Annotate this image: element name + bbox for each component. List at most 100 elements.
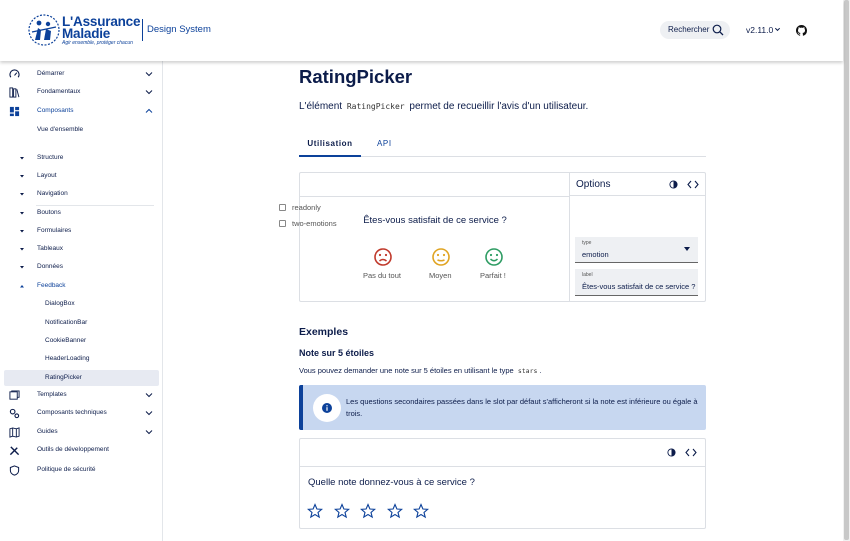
search-label: Rechercher xyxy=(668,25,710,34)
sidebar-item-structure[interactable]: Structure xyxy=(0,150,163,166)
dropdown-arrow-icon xyxy=(684,247,690,251)
sidebar-item-outils[interactable]: Outils de développement xyxy=(0,442,163,458)
neutral-face-icon[interactable] xyxy=(431,247,451,267)
type-select[interactable]: type emotion xyxy=(575,237,698,263)
chevron-down-icon xyxy=(145,90,153,95)
logo-title: L'Assurance Maladie xyxy=(62,15,140,41)
sad-face-icon[interactable] xyxy=(373,247,393,267)
caret-down-icon xyxy=(20,175,24,178)
sidebar-item-label: Données xyxy=(37,263,64,270)
sidebar-item-demarrer[interactable]: Démarrer xyxy=(0,66,163,82)
label-input[interactable]: label Êtes-vous satisfait de ce service … xyxy=(575,269,698,296)
sidebar-item-fondamentaux[interactable]: Fondamentaux xyxy=(0,84,163,100)
sidebar-item-composants-techniques[interactable]: Composants techniques xyxy=(0,405,163,421)
star-icon-1[interactable] xyxy=(307,503,323,519)
theme-toggle-icon[interactable] xyxy=(669,180,678,189)
brand-name[interactable]: Design System xyxy=(147,24,211,35)
sidebar-item-boutons[interactable]: Boutons xyxy=(0,205,163,221)
sidebar-item-label: Templates xyxy=(37,391,67,398)
sidebar-item-notificationbar[interactable]: NotificationBar xyxy=(0,315,163,331)
emotion-label-medium: Moyen xyxy=(429,271,452,280)
two-emotions-label: two-emotions xyxy=(292,219,337,228)
cogs-icon xyxy=(9,408,20,419)
type-field-value: emotion xyxy=(582,250,609,259)
page-scrollbar-thumb[interactable] xyxy=(844,0,849,540)
sidebar-item-label: Layout xyxy=(37,172,57,179)
sidebar-item-dialogbox[interactable]: DialogBox xyxy=(0,296,163,312)
example1-heading: Note sur 5 étoiles xyxy=(299,348,375,358)
search-icon xyxy=(712,24,724,36)
readonly-checkbox[interactable] xyxy=(279,204,286,211)
caret-up-icon xyxy=(20,285,24,288)
info-icon xyxy=(322,403,332,413)
sidebar-item-label: Feedback xyxy=(37,282,66,289)
example1-description: Vous pouvez demander une note sur 5 étoi… xyxy=(299,366,542,375)
sidebar-item-label: DialogBox xyxy=(45,300,75,307)
sidebar-item-label: CookieBanner xyxy=(45,337,87,344)
sidebar-item-guides[interactable]: Guides xyxy=(0,424,163,440)
sidebar-item-formulaires[interactable]: Formulaires xyxy=(0,223,163,239)
preview-toolbar-divider xyxy=(300,196,570,197)
components-icon xyxy=(9,106,20,117)
intro-text-before: L'élément xyxy=(299,101,343,112)
sidebar-item-politique-securite[interactable]: Politique de sécurité xyxy=(0,462,163,478)
intro-text-after: permet de recueillir l'avis d'un utilisa… xyxy=(409,101,589,112)
caret-down-icon xyxy=(20,248,24,251)
playground-preview: Êtes-vous satisfait de ce service ? Pas … xyxy=(300,173,570,301)
example1-text-after: . xyxy=(539,366,542,375)
caret-down-icon xyxy=(20,193,24,196)
github-icon[interactable] xyxy=(796,25,807,36)
theme-toggle-icon[interactable] xyxy=(667,448,676,457)
sidebar-item-label: Guides xyxy=(37,428,58,435)
library-icon xyxy=(9,87,20,98)
example1-text-before: Vous pouvez demander une note sur 5 étoi… xyxy=(299,366,514,375)
sidebar-item-ratingpicker[interactable]: RatingPicker xyxy=(4,370,159,386)
sidebar-item-donnees[interactable]: Données xyxy=(0,259,163,275)
search-button[interactable]: Rechercher xyxy=(660,21,730,39)
caret-down-icon xyxy=(20,266,24,269)
gauge-icon xyxy=(9,69,20,78)
sidebar-item-navigation[interactable]: Navigation xyxy=(0,186,163,202)
sidebar-item-cookiebanner[interactable]: CookieBanner xyxy=(0,333,163,349)
logo-separator xyxy=(142,19,143,41)
stars-demo-divider xyxy=(300,466,705,467)
sidebar-item-templates[interactable]: Templates xyxy=(0,387,163,403)
page-title: RatingPicker xyxy=(299,66,413,87)
sidebar-item-tableaux[interactable]: Tableaux xyxy=(0,241,163,257)
chevron-up-icon xyxy=(145,108,153,113)
sidebar-item-label: Composants xyxy=(37,107,74,114)
sidebar-item-label: Formulaires xyxy=(37,227,72,234)
sidebar-item-label: Démarrer xyxy=(37,70,65,77)
sidebar-item-label: Vue d'ensemble xyxy=(37,126,84,133)
tab-api[interactable]: API xyxy=(377,139,392,148)
sidebar-item-composants[interactable]: Composants xyxy=(0,103,163,119)
chevron-down-icon xyxy=(145,393,153,398)
options-title: Options xyxy=(576,179,611,190)
star-icon-4[interactable] xyxy=(387,503,403,519)
sidebar-item-label: Composants techniques xyxy=(37,409,107,416)
tab-utilisation[interactable]: Utilisation xyxy=(299,139,361,157)
example1-code: stars xyxy=(517,367,538,375)
options-header: Options xyxy=(570,173,705,196)
two-emotions-checkbox[interactable] xyxy=(279,220,286,227)
sidebar: Démarrer Fondamentaux Composants Vue d'e… xyxy=(0,61,163,541)
logo-tagline: Agir ensemble, protéger chacun xyxy=(62,40,133,46)
alert-message: Les questions secondaires passées dans l… xyxy=(346,397,698,418)
sidebar-item-label: Tableaux xyxy=(37,245,64,252)
sidebar-item-headerloading[interactable]: HeaderLoading xyxy=(0,351,163,367)
code-icon[interactable] xyxy=(685,448,697,457)
code-icon[interactable] xyxy=(687,180,699,189)
templates-icon xyxy=(9,390,20,400)
assurance-maladie-logo[interactable]: L'Assurance Maladie Agir ensemble, proté… xyxy=(28,13,140,49)
sidebar-item-layout[interactable]: Layout xyxy=(0,168,163,184)
version-selector[interactable]: v2.11.0 xyxy=(746,25,773,35)
app-header: L'Assurance Maladie Agir ensemble, proté… xyxy=(0,0,843,61)
sidebar-item-label: Structure xyxy=(37,154,64,161)
sidebar-item-feedback[interactable]: Feedback xyxy=(0,278,163,294)
star-icon-2[interactable] xyxy=(334,503,350,519)
sidebar-item-vue-ensemble[interactable]: Vue d'ensemble xyxy=(0,122,163,138)
sidebar-item-label: Navigation xyxy=(37,190,68,197)
star-icon-5[interactable] xyxy=(413,503,429,519)
star-icon-3[interactable] xyxy=(360,503,376,519)
happy-face-icon[interactable] xyxy=(484,247,504,267)
